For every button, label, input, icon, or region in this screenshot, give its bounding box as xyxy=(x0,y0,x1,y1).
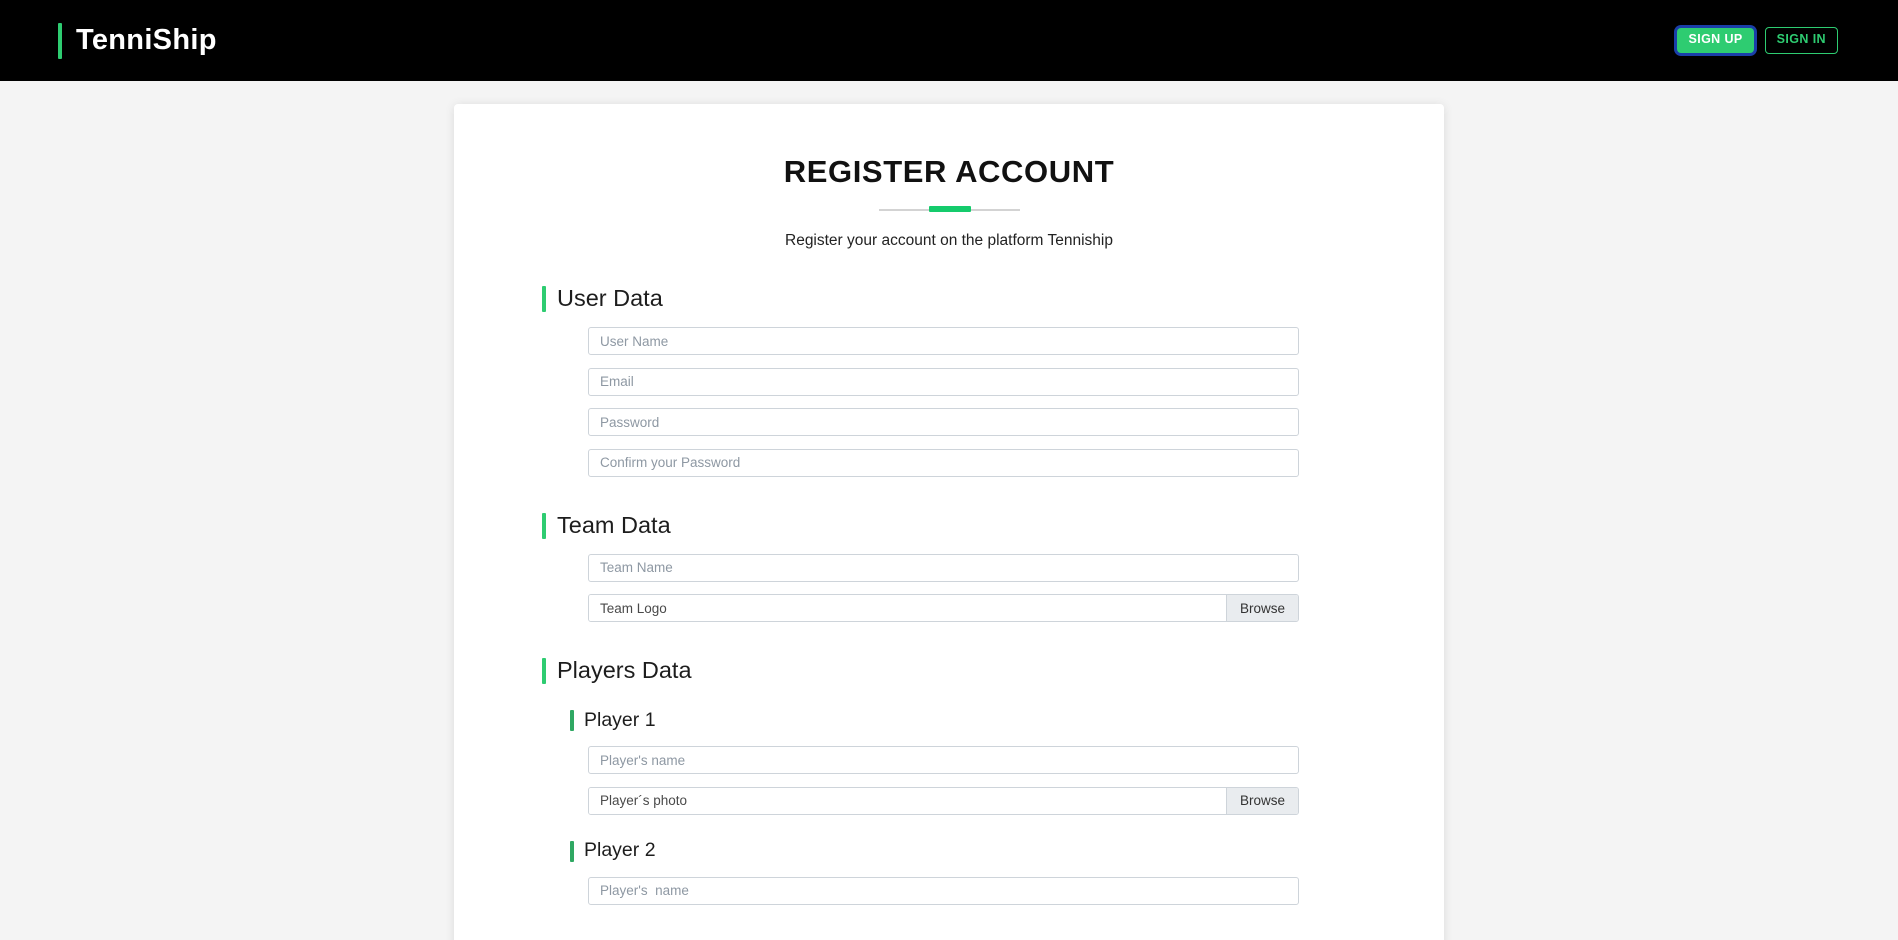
sign-in-button[interactable]: SIGN IN xyxy=(1764,27,1838,54)
user-name-input[interactable] xyxy=(588,327,1299,355)
player-2-name-input[interactable] xyxy=(588,876,1299,905)
section-header-user-data: User Data xyxy=(514,286,1384,312)
subsection-player-1: Player 1 Player´s photo Browse xyxy=(514,710,1384,815)
team-name-input[interactable] xyxy=(588,553,1299,582)
brand-accent-bar-icon xyxy=(58,22,62,59)
field-player-1-photo: Player´s photo Browse xyxy=(588,786,1299,815)
subsection-title-player-1: Player 1 xyxy=(584,708,656,731)
title-divider xyxy=(878,206,1020,213)
subsection-title-player-2: Player 2 xyxy=(584,839,656,862)
sign-up-button[interactable]: SIGN UP xyxy=(1677,28,1754,53)
player-1-photo-file-input[interactable]: Player´s photo Browse xyxy=(588,786,1299,815)
section-header-players-data: Players Data xyxy=(514,658,1384,684)
brand-name-label: TenniShip xyxy=(76,24,217,56)
subsection-accent-bar-icon xyxy=(570,840,574,862)
page-body: REGISTER ACCOUNT Register your account o… xyxy=(0,81,1898,940)
field-user-name xyxy=(588,327,1299,355)
field-email xyxy=(588,367,1299,396)
field-player-2-name xyxy=(588,876,1299,905)
section-players-data: Players Data Player 1 Player´s photo Bro… xyxy=(514,658,1384,905)
password-input[interactable] xyxy=(588,408,1299,436)
team-logo-file-input[interactable]: Team Logo Browse xyxy=(588,594,1299,622)
player-1-photo-file-label: Player´s photo xyxy=(589,787,1226,814)
top-navigation-bar: TenniShip SIGN UP SIGN IN xyxy=(0,0,1898,81)
subsection-accent-bar-icon xyxy=(570,710,574,731)
fields-team-data: Team Logo Browse xyxy=(514,553,1384,622)
section-accent-bar-icon xyxy=(542,658,546,684)
nav-actions: SIGN UP SIGN IN xyxy=(1677,27,1848,54)
email-input[interactable] xyxy=(588,367,1299,396)
section-accent-bar-icon xyxy=(542,512,546,539)
subsection-player-2: Player 2 xyxy=(514,839,1384,905)
player-1-name-input[interactable] xyxy=(588,746,1299,774)
page-subtitle: Register your account on the platform Te… xyxy=(785,232,1113,249)
field-player-1-name xyxy=(588,746,1299,774)
team-logo-file-label: Team Logo xyxy=(589,595,1226,621)
register-account-card: REGISTER ACCOUNT Register your account o… xyxy=(454,104,1444,940)
field-confirm-password xyxy=(588,448,1299,477)
page-title: REGISTER ACCOUNT xyxy=(783,154,1115,189)
section-title-team-data: Team Data xyxy=(557,511,671,538)
divider-accent xyxy=(928,206,971,212)
field-password xyxy=(588,408,1299,436)
section-header-team-data: Team Data xyxy=(514,511,1384,539)
subsection-header-player-1: Player 1 xyxy=(514,710,1384,731)
section-user-data: User Data xyxy=(514,286,1384,477)
confirm-password-input[interactable] xyxy=(588,448,1299,477)
brand-logo[interactable]: TenniShip xyxy=(58,22,217,59)
field-team-name xyxy=(588,553,1299,582)
subsection-header-player-2: Player 2 xyxy=(514,839,1384,862)
section-accent-bar-icon xyxy=(542,286,546,312)
section-team-data: Team Data Team Logo Browse xyxy=(514,511,1384,622)
section-title-user-data: User Data xyxy=(557,285,663,312)
fields-player-1: Player´s photo Browse xyxy=(514,746,1384,815)
fields-user-data xyxy=(514,327,1384,477)
player-1-photo-browse-button[interactable]: Browse xyxy=(1225,787,1298,814)
section-title-players-data: Players Data xyxy=(557,657,692,684)
team-logo-browse-button[interactable]: Browse xyxy=(1225,595,1298,621)
field-team-logo: Team Logo Browse xyxy=(588,594,1299,622)
fields-player-2 xyxy=(514,876,1384,905)
